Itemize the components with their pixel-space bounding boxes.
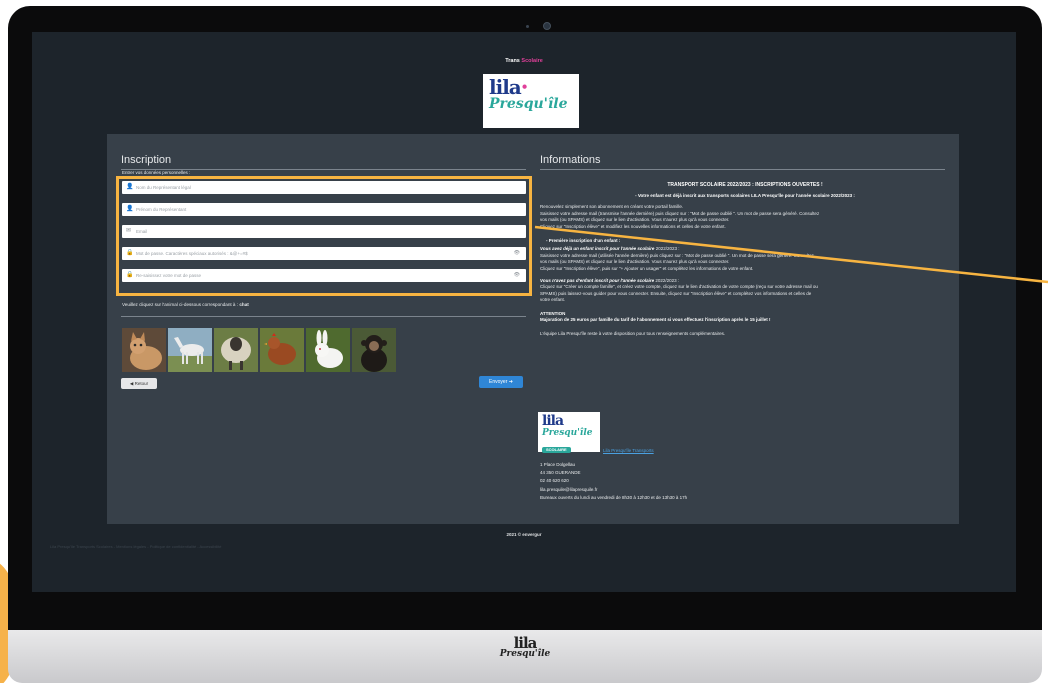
page: lila Presqu'île Trans Scolaire lila• Pre… xyxy=(0,0,1048,683)
annotation-pointer-line xyxy=(534,225,1048,284)
